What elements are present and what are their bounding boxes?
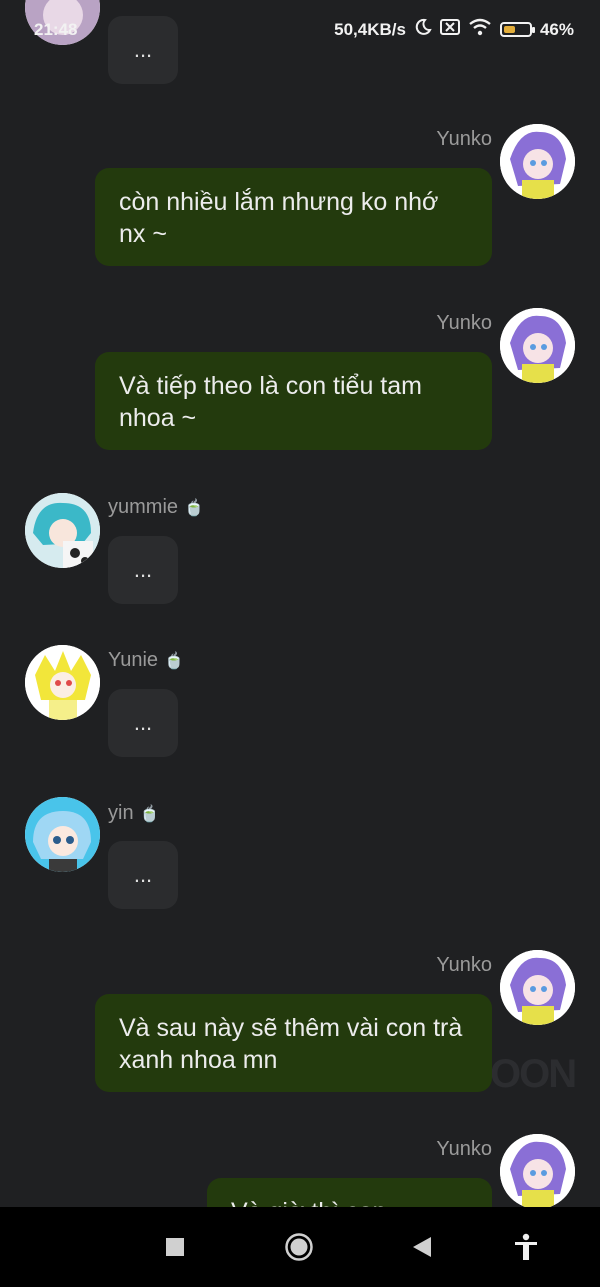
yunko-avatar[interactable]	[500, 308, 575, 383]
battery-percent: 46%	[539, 19, 574, 39]
status-bar: 21:48 50,4KB/s 46%	[0, 0, 600, 58]
recent-apps-button[interactable]	[159, 1231, 191, 1263]
message-text: ...	[133, 557, 153, 582]
accessibility-button[interactable]	[510, 1231, 542, 1263]
message-bubble-outgoing[interactable]: Và sau này sẽ thêm vài con trà xanh nhoa…	[95, 994, 492, 1092]
back-button[interactable]	[406, 1231, 438, 1263]
message-bubble-outgoing[interactable]: Và giờ thì con...	[207, 1178, 492, 1207]
sender-name-row: Yunie 🍵	[108, 649, 184, 672]
navigation-bar	[0, 1207, 600, 1287]
battery-icon	[499, 22, 535, 37]
sender-name: Yunko	[436, 312, 492, 334]
moon-icon	[414, 18, 432, 41]
message-bubble-incoming[interactable]: ...	[108, 536, 178, 604]
message-text: ...	[133, 862, 153, 887]
status-time: 21:48	[34, 20, 78, 39]
sender-name: Yunko	[436, 954, 492, 976]
network-speed: 50,4KB/s	[334, 19, 406, 39]
triangle-back-icon	[413, 1237, 431, 1257]
sender-name: yummie	[108, 496, 179, 518]
yunie-avatar[interactable]	[25, 645, 100, 720]
tea-badge-icon: 🍵	[139, 806, 160, 823]
message-text: Và sau này sẽ thêm vài con trà xanh nhoa…	[119, 1014, 463, 1074]
tea-badge-icon: 🍵	[164, 653, 184, 670]
message-bubble-incoming[interactable]: ...	[108, 689, 178, 757]
message-text: Và giờ thì con...	[231, 1198, 407, 1207]
battery-level	[503, 26, 515, 33]
message-bubble-outgoing[interactable]: Và tiếp theo là con tiểu tam nhoa ~	[95, 352, 492, 450]
sender-name: Yunko	[436, 128, 492, 150]
message-bubble-outgoing[interactable]: còn nhiều lắm nhưng ko nhớ nx ~	[95, 168, 492, 266]
yunko-avatar[interactable]	[500, 950, 575, 1025]
message-text: còn nhiều lắm nhưng ko nhớ nx ~	[119, 188, 439, 248]
sender-name-row: yummie 🍵	[108, 496, 204, 519]
sender-name-row: yin 🍵	[108, 802, 160, 825]
yunko-avatar[interactable]	[500, 1134, 575, 1207]
yin-avatar[interactable]	[25, 797, 100, 872]
message-text: Và tiếp theo là con tiểu tam nhoa ~	[119, 372, 422, 432]
yunko-avatar[interactable]	[500, 124, 575, 199]
home-button[interactable]	[283, 1231, 315, 1263]
message-text: ...	[133, 710, 153, 735]
yummie-avatar[interactable]	[25, 493, 100, 568]
square-icon	[166, 1238, 184, 1256]
status-indicators: 50,4KB/s 46%	[334, 18, 574, 41]
circle-icon	[285, 1233, 313, 1261]
watermark-logo: OON	[490, 1052, 577, 1096]
no-sim-icon	[439, 19, 460, 40]
message-bubble-incoming[interactable]: ...	[108, 841, 178, 909]
sender-name: Yunie	[108, 649, 159, 671]
chat-thread[interactable]: ... Yunko còn nhiều lắm nhưng ko nhớ nx …	[0, 0, 600, 1207]
wifi-icon	[468, 18, 492, 41]
tea-badge-icon: 🍵	[184, 500, 204, 517]
accessibility-icon	[515, 1233, 537, 1260]
sender-name: yin	[108, 802, 134, 824]
sender-name: Yunko	[436, 1138, 492, 1160]
